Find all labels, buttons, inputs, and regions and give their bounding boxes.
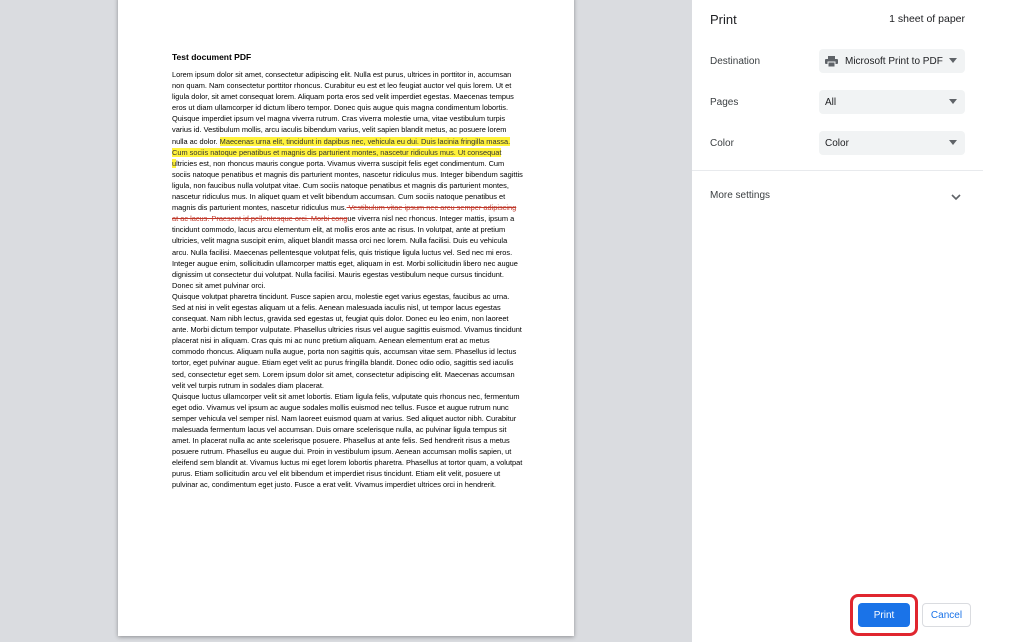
chevron-down-icon [949, 99, 957, 104]
color-value: Color [825, 137, 849, 149]
print-button[interactable]: Print [858, 603, 910, 627]
more-settings-toggle[interactable]: More settings [710, 190, 770, 201]
printer-icon [825, 55, 838, 67]
divider [692, 170, 983, 171]
paragraph-3: Quisque luctus ullamcorper velit sit ame… [172, 391, 523, 490]
preview-page: Test document PDF Lorem ipsum dolor sit … [118, 0, 574, 636]
color-select[interactable]: Color [819, 131, 965, 155]
body-text-rest: ue viverra nisl nec rhoncus. Integer mat… [172, 214, 518, 290]
pages-value: All [825, 96, 837, 108]
body-text-intro: Lorem ipsum dolor sit amet, consectetur … [172, 70, 514, 146]
sheet-count: 1 sheet of paper [889, 13, 965, 25]
print-title: Print [710, 12, 737, 27]
destination-label: Destination [710, 56, 761, 67]
paragraph-2: Quisque volutpat pharetra tincidunt. Fus… [172, 291, 522, 390]
chevron-down-icon [949, 58, 957, 63]
document-body: Lorem ipsum dolor sit amet, consectetur … [172, 69, 524, 491]
print-preview-area: Test document PDF Lorem ipsum dolor sit … [0, 0, 692, 642]
chevron-down-icon [949, 140, 957, 145]
print-settings-panel: Print 1 sheet of paper Destination Micro… [692, 0, 1015, 642]
pages-label: Pages [710, 97, 739, 108]
pages-select[interactable]: All [819, 90, 965, 114]
document-title: Test document PDF [172, 52, 252, 62]
destination-select[interactable]: Microsoft Print to PDF [819, 49, 965, 73]
expand-chevron-icon[interactable] [950, 190, 962, 202]
color-label: Color [710, 138, 734, 149]
cancel-button[interactable]: Cancel [922, 603, 971, 627]
destination-value: Microsoft Print to PDF [845, 55, 943, 67]
